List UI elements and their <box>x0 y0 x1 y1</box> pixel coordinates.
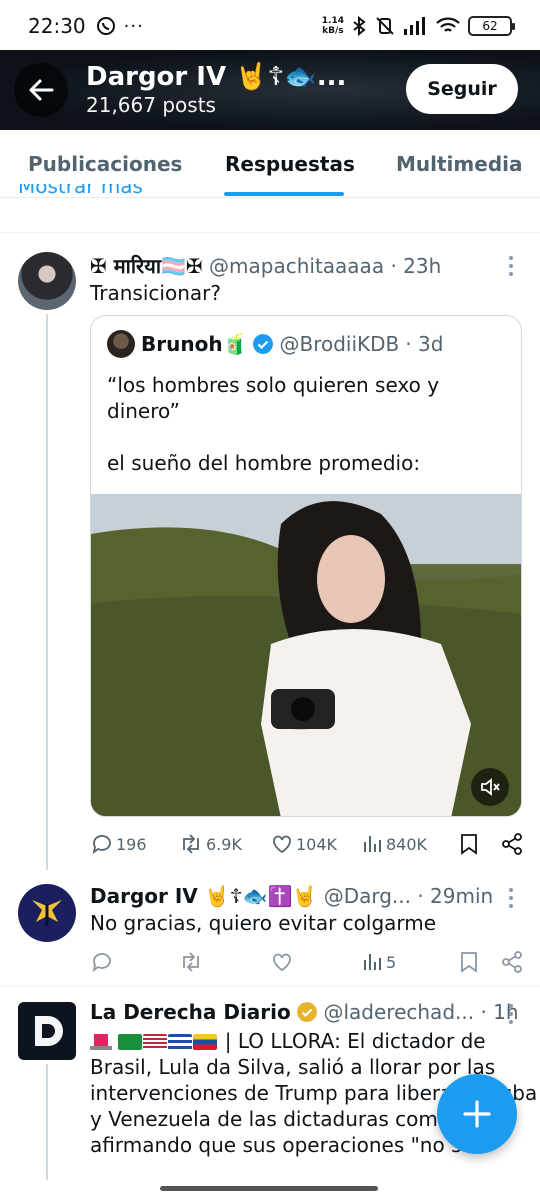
verified-badge-icon <box>253 334 274 354</box>
avatar-laderechadiario[interactable] <box>18 1002 76 1060</box>
back-button[interactable] <box>14 63 68 117</box>
bookmark-button[interactable] <box>458 832 500 856</box>
views-button[interactable]: 5 <box>360 950 458 974</box>
flag-venezuela-icon <box>193 1034 218 1050</box>
author-handle[interactable]: @mapachitaaaaa <box>209 254 384 278</box>
like-button[interactable] <box>270 950 360 974</box>
more-options-icon[interactable] <box>508 256 514 276</box>
thread-line <box>46 1064 48 1180</box>
whatsapp-icon <box>96 17 115 35</box>
net-speed: 1.14 kB/s <box>321 16 344 36</box>
compose-plus-icon <box>463 1100 491 1128</box>
like-icon <box>273 953 291 972</box>
repost-button[interactable] <box>178 950 270 974</box>
quoted-tweet[interactable]: Brunoh🧃 @BrodiiKDB · 3d “los hombres sol… <box>90 315 522 817</box>
gold-verified-badge-icon <box>297 1002 318 1022</box>
repost-icon <box>183 834 199 854</box>
tweet-text: Transicionar? <box>90 281 221 305</box>
battery-indicator: 62 <box>468 16 515 36</box>
tab-respuestas[interactable]: Respuestas <box>225 152 355 176</box>
thread-line <box>46 314 48 870</box>
status-time: 22:30 <box>28 14 86 38</box>
bookmark-icon <box>461 952 477 973</box>
bookmark-icon <box>461 834 477 855</box>
author-handle[interactable]: @Darg... <box>324 884 411 908</box>
tweet-text: No gracias, quiero evitar colgarme <box>90 911 437 935</box>
tab-publicaciones[interactable]: Publicaciones <box>28 152 182 176</box>
repost-button[interactable]: 6.9K <box>178 832 270 856</box>
like-button[interactable]: 104K <box>270 832 360 856</box>
active-tab-indicator <box>224 192 344 196</box>
quoted-text-line: el sueño del hombre promedio: <box>107 451 421 475</box>
quoted-tweet-time: · 3d <box>405 332 444 356</box>
tab-multimedia[interactable]: Multimedia <box>396 152 522 176</box>
vibrate-off-icon <box>376 17 394 35</box>
flag-cuba-icon <box>168 1034 193 1050</box>
views-icon <box>364 954 381 970</box>
follow-button[interactable]: Seguir <box>406 64 518 114</box>
tweet-actions: 5 <box>90 950 524 974</box>
tweet-text: | LO LLORA: El dictador de Brasil, Lula … <box>90 1029 538 1157</box>
tweet-time: · 23h <box>390 254 442 278</box>
divider <box>0 232 540 233</box>
share-button[interactable] <box>500 950 524 974</box>
tweet-header: Dargor IV 🤘☦🐟✝️🤘 @Darg... · 29min <box>90 884 493 908</box>
avatar-brodiikdb <box>107 330 135 358</box>
author-name[interactable]: ✠ मारिया🏳️‍⚧️✠ <box>90 254 203 278</box>
views-button[interactable]: 840K <box>360 832 458 856</box>
author-name[interactable]: La Derecha Diario <box>90 1000 291 1024</box>
status-bar: 22:30 ··· 1.14 kB/s 62 <box>0 0 540 52</box>
reply-button[interactable]: 196 <box>90 832 178 856</box>
share-icon <box>502 951 522 973</box>
profile-display-name: Dargor IV 🤘☦🐟... <box>86 62 347 92</box>
more-options-icon[interactable] <box>508 1004 514 1024</box>
author-name[interactable]: Dargor IV 🤘☦🐟✝️🤘 <box>90 884 317 908</box>
reply-icon <box>92 953 111 973</box>
quoted-author-handle: @BrodiiKDB <box>279 332 400 356</box>
quoted-video[interactable] <box>91 494 521 816</box>
quoted-author-name: Brunoh🧃 <box>141 332 248 356</box>
wifi-icon <box>436 17 460 32</box>
siren-icon <box>90 1032 112 1050</box>
system-home-indicator[interactable] <box>160 1186 378 1191</box>
profile-posts-count: 21,667 posts <box>86 93 216 117</box>
divider <box>0 986 540 987</box>
profile-header: Dargor IV 🤘☦🐟... 21,667 posts Seguir <box>0 50 540 130</box>
signal-icon <box>404 17 425 35</box>
mute-button[interactable] <box>471 768 509 806</box>
reply-button[interactable] <box>90 950 178 974</box>
tweet-time: · 29min <box>417 884 494 908</box>
quoted-text-line: “los hombres solo quieren sexo y dinero” <box>107 373 440 423</box>
avatar-mapachitaaaaa[interactable] <box>18 252 76 310</box>
like-icon <box>273 835 291 854</box>
views-icon <box>364 836 381 852</box>
flag-brazil-icon <box>118 1034 143 1050</box>
more-options-icon[interactable] <box>508 888 514 908</box>
mute-icon <box>481 778 500 796</box>
show-more-link[interactable]: Mostrar más <box>18 184 143 198</box>
more-notifications-icon: ··· <box>123 15 144 37</box>
bluetooth-icon <box>353 16 366 36</box>
reply-icon <box>92 835 111 855</box>
flag-usa-icon <box>143 1034 168 1050</box>
share-button[interactable] <box>500 832 524 856</box>
author-handle[interactable]: @laderechad... <box>323 1000 474 1024</box>
compose-post-button[interactable] <box>437 1074 517 1154</box>
tweet-header: ✠ मारिया🏳️‍⚧️✠ @mapachitaaaaa · 23h <box>90 252 441 279</box>
bookmark-button[interactable] <box>458 950 500 974</box>
avatar-dargor[interactable] <box>18 884 76 942</box>
dargor-logo <box>32 900 62 926</box>
share-icon <box>502 833 522 855</box>
back-arrow-icon <box>29 79 54 101</box>
laderechadiario-logo <box>35 1016 63 1046</box>
tweet-header: La Derecha Diario @laderechad... · 1h <box>90 1000 519 1024</box>
video-frame <box>91 494 521 816</box>
tweet-actions: 196 6.9K 104K 840K <box>90 832 524 856</box>
repost-icon <box>183 952 199 972</box>
